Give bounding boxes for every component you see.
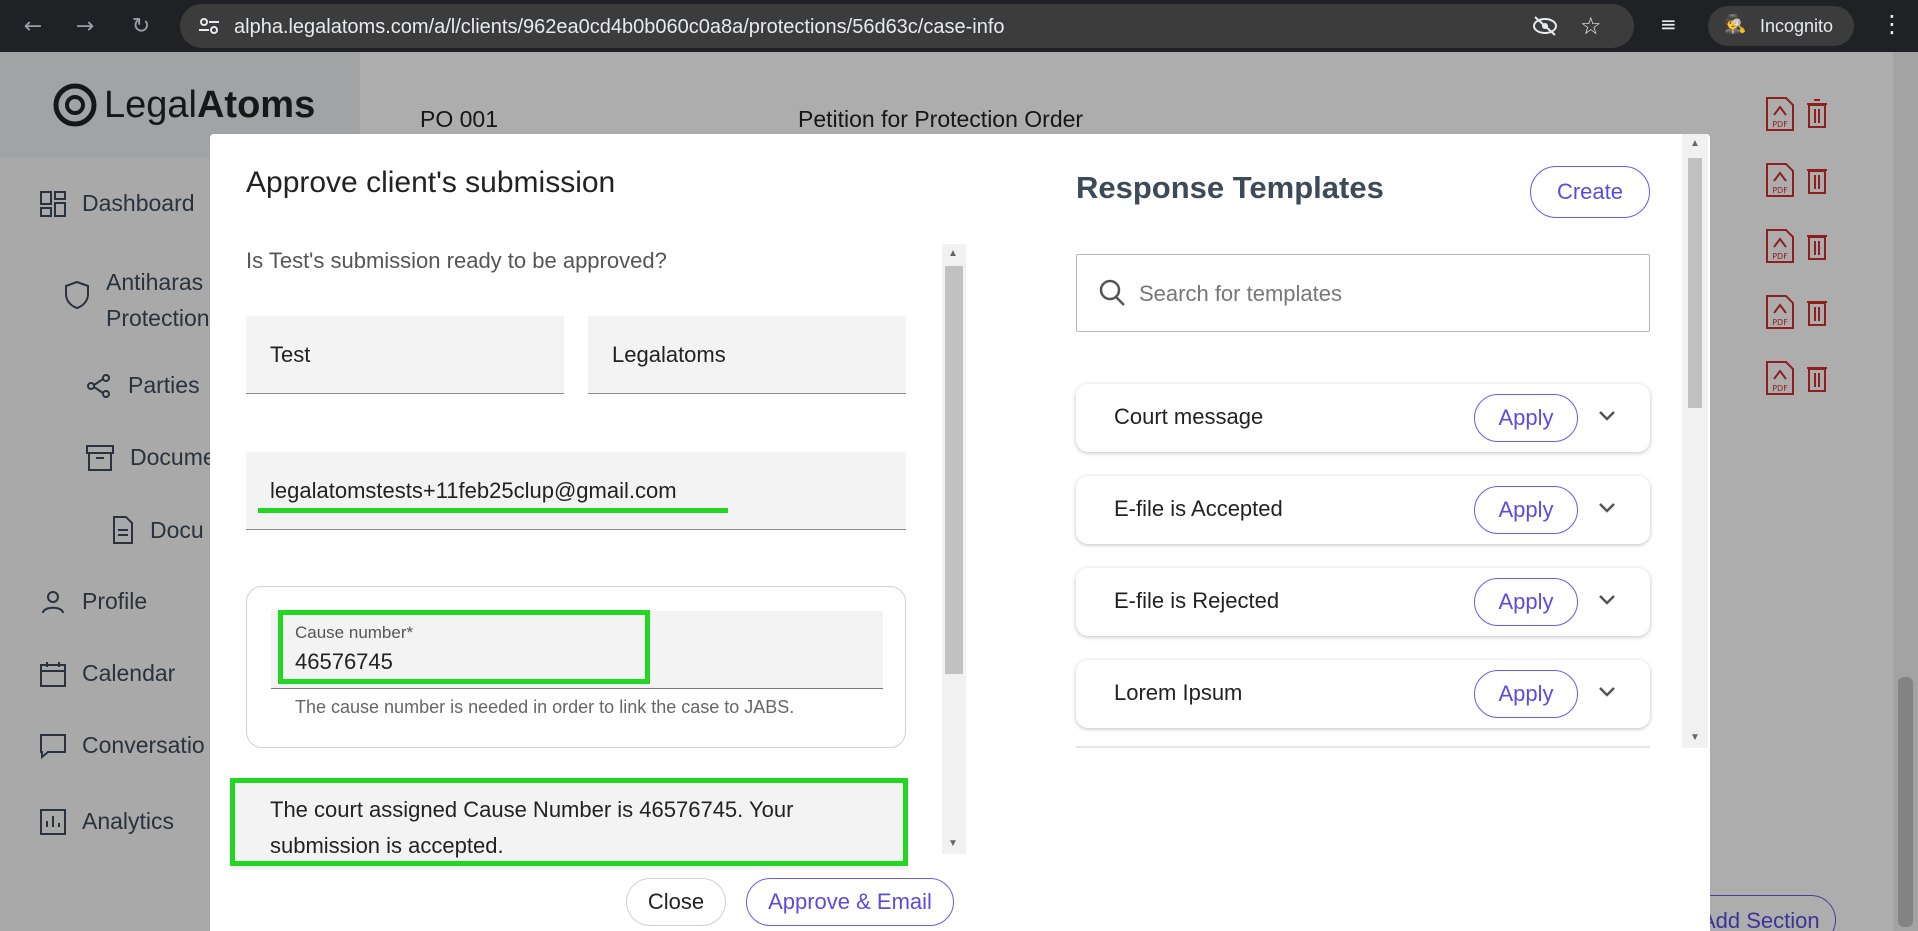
last-name-value: Legalatoms	[612, 341, 726, 367]
apply-button[interactable]: Apply	[1474, 486, 1578, 534]
approval-question: Is Test's submission ready to be approve…	[246, 248, 667, 273]
scroll-down-icon[interactable]: ▼	[1690, 732, 1700, 743]
message-highlight	[230, 778, 908, 866]
create-label: Create	[1556, 179, 1624, 204]
reload-icon[interactable]: ↻	[126, 11, 156, 41]
back-icon[interactable]: ←	[18, 11, 48, 41]
cause-number-hint: The cause number is needed in order to l…	[295, 697, 795, 717]
apply-label: Apply	[1498, 497, 1554, 522]
email-field[interactable]: legalatomstests+11feb25clup@gmail.com	[246, 452, 906, 530]
browser-toolbar: ← → ↻ alpha.legalatoms.com/a/l/clients/9…	[0, 0, 1918, 52]
email-value: legalatomstests+11feb25clup@gmail.com	[270, 477, 677, 503]
chevron-down-icon[interactable]	[1598, 686, 1616, 698]
last-name-field[interactable]: Legalatoms	[588, 316, 906, 394]
close-button[interactable]: Close	[626, 878, 726, 926]
first-name-field[interactable]: Test	[246, 316, 564, 394]
chevron-down-icon[interactable]	[1598, 502, 1616, 514]
first-name-value: Test	[270, 341, 311, 367]
eye-off-icon[interactable]	[1532, 15, 1558, 37]
template-name: E-file is Accepted	[1114, 496, 1283, 521]
approve-submission-dialog: Approve client's submission Is Test's su…	[210, 134, 1710, 931]
template-name: Lorem Ipsum	[1114, 680, 1243, 705]
scroll-up-icon[interactable]: ▲	[948, 248, 958, 259]
site-info-icon[interactable]	[198, 16, 220, 36]
scroll-up-icon[interactable]: ▲	[1690, 138, 1700, 149]
forward-icon[interactable]: →	[70, 11, 100, 41]
chevron-down-icon[interactable]	[1598, 594, 1616, 606]
apply-button[interactable]: Apply	[1474, 578, 1578, 626]
approve-email-label: Approve & Email	[768, 889, 932, 914]
url-text[interactable]: alpha.legalatoms.com/a/l/clients/962ea0c…	[234, 16, 1005, 39]
incognito-icon: 🕵	[1724, 14, 1747, 35]
reading-list-icon[interactable]: ≡	[1660, 12, 1677, 36]
scroll-down-icon[interactable]: ▼	[948, 838, 958, 849]
template-search-input[interactable]: Search for templates	[1076, 254, 1650, 332]
form-scrollbar-thumb[interactable]	[945, 266, 963, 674]
templates-scrollbar-thumb[interactable]	[1688, 158, 1702, 408]
apply-label: Apply	[1498, 681, 1554, 706]
dialog-title: Approve client's submission	[246, 166, 616, 199]
template-item[interactable]: Court message Apply	[1076, 384, 1650, 452]
search-icon	[1099, 279, 1125, 306]
email-highlight	[258, 508, 728, 513]
address-bar[interactable]: alpha.legalatoms.com/a/l/clients/962ea0c…	[180, 4, 1634, 48]
chevron-down-icon[interactable]	[1598, 410, 1616, 422]
templates-title: Response Templates	[1076, 170, 1384, 205]
apply-button[interactable]: Apply	[1474, 670, 1578, 718]
search-placeholder: Search for templates	[1139, 281, 1342, 306]
apply-label: Apply	[1498, 589, 1554, 614]
template-name: E-file is Rejected	[1114, 588, 1280, 613]
cause-number-highlight	[278, 610, 650, 684]
template-list-edge	[1076, 746, 1650, 748]
form-scrollbar[interactable]: ▲ ▼	[942, 244, 966, 854]
templates-scrollbar[interactable]: ▲ ▼	[1682, 134, 1708, 748]
apply-button[interactable]: Apply	[1474, 394, 1578, 442]
approve-email-button[interactable]: Approve & Email	[746, 878, 954, 926]
create-template-button[interactable]: Create	[1530, 166, 1650, 218]
incognito-label: Incognito	[1760, 16, 1834, 36]
incognito-badge[interactable]: 🕵 Incognito	[1708, 6, 1854, 46]
close-button-label: Close	[647, 889, 705, 914]
template-item[interactable]: Lorem Ipsum Apply	[1076, 660, 1650, 728]
template-item[interactable]: E-file is Accepted Apply	[1076, 476, 1650, 544]
more-menu-icon[interactable]: ⋮	[1880, 10, 1904, 39]
template-name: Court message	[1114, 404, 1264, 429]
apply-label: Apply	[1498, 405, 1554, 430]
bookmark-star-icon[interactable]: ☆	[1580, 12, 1602, 40]
template-item[interactable]: E-file is Rejected Apply	[1076, 568, 1650, 636]
